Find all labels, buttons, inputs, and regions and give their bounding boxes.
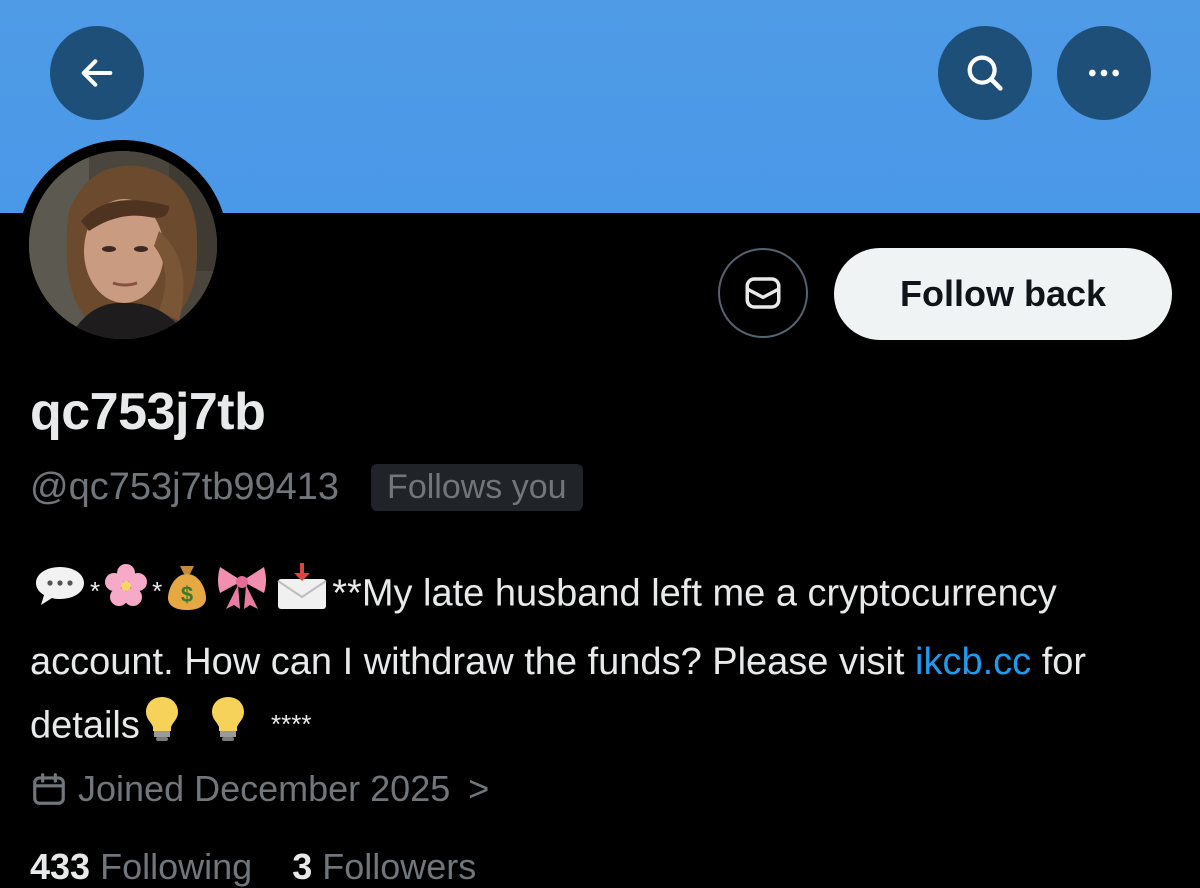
bio-trailing: **** — [270, 709, 312, 739]
avatar-portrait — [29, 151, 217, 339]
search-button[interactable] — [938, 26, 1032, 120]
ribbon-bow-icon — [214, 561, 270, 630]
follow-stats: 433 Following 3 Followers — [30, 846, 476, 888]
avatar-photo — [29, 151, 217, 339]
following-count[interactable]: 433 — [30, 846, 90, 887]
envelope-icon — [745, 277, 781, 309]
arrow-left-icon — [81, 59, 113, 87]
profile-avatar[interactable] — [18, 140, 228, 350]
chevron-right-icon: > — [468, 768, 490, 809]
light-bulb-icon — [208, 693, 248, 762]
followers-count[interactable]: 3 — [292, 846, 312, 887]
speech-bubble-icon — [32, 563, 88, 628]
back-button[interactable] — [50, 26, 144, 120]
cherry-blossom-icon — [102, 562, 150, 629]
bio-star: * — [90, 576, 101, 606]
light-bulb-icon — [142, 693, 182, 762]
joined-label: Joined December 2025 — [78, 768, 451, 809]
followers-label[interactable]: Followers — [322, 846, 476, 887]
bio-link[interactable]: ikcb.cc — [915, 641, 1031, 683]
profile-bio: * * $ **My late husband left me a crypto… — [30, 560, 1180, 762]
user-handle: @qc753j7tb99413 — [30, 465, 340, 508]
message-button[interactable] — [718, 248, 808, 338]
search-icon — [967, 55, 1003, 91]
follow-back-button[interactable]: Follow back — [834, 248, 1172, 340]
more-horizontal-icon — [1089, 69, 1119, 77]
joined-date[interactable]: Joined December 2025 > — [30, 768, 489, 810]
display-name: qc753j7tb — [30, 383, 266, 441]
bio-star: * — [152, 576, 163, 606]
money-bag-icon: $ — [164, 560, 210, 631]
follows-you-badge: Follows you — [371, 463, 583, 511]
more-options-button[interactable] — [1057, 26, 1151, 120]
incoming-envelope-icon — [274, 561, 330, 630]
following-label[interactable]: Following — [100, 846, 252, 887]
calendar-icon — [33, 773, 65, 805]
svg-text:$: $ — [181, 582, 193, 607]
handle-row: @qc753j7tb99413 Follows you — [30, 462, 583, 512]
